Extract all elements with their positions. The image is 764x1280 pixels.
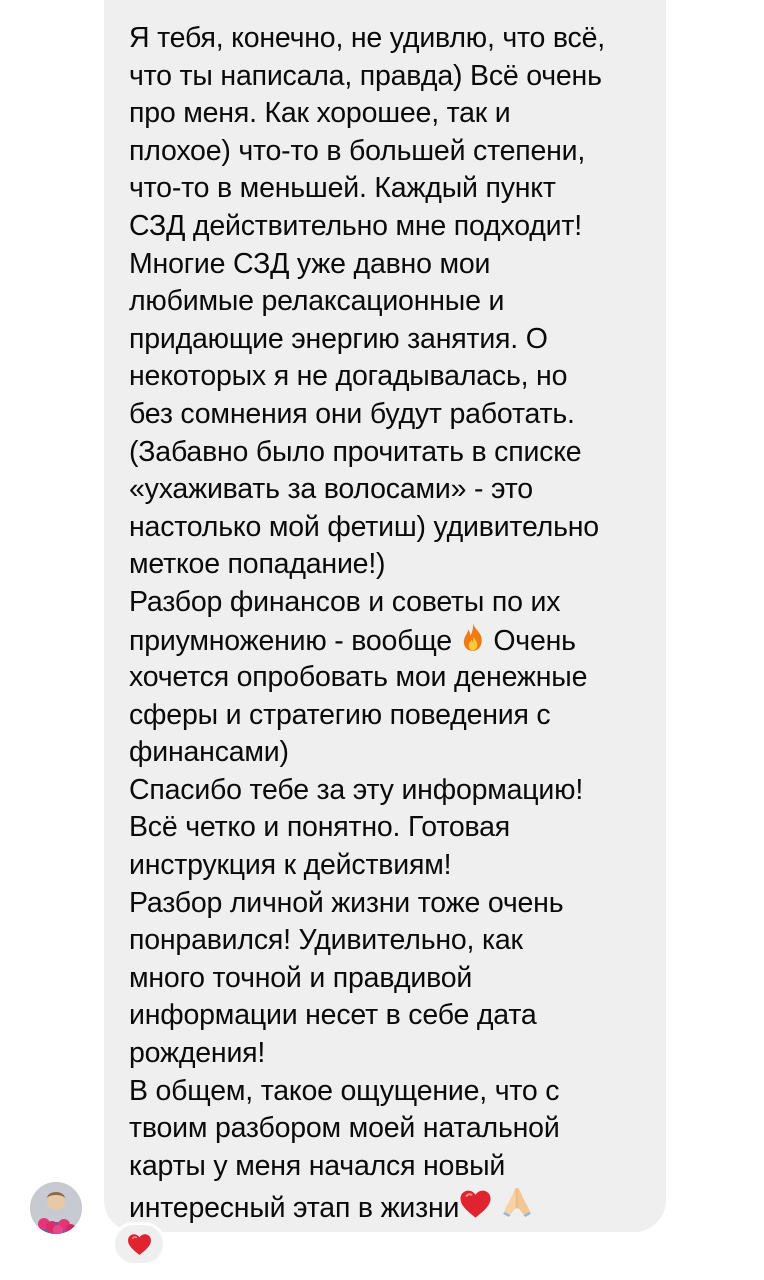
- message-line-text: меткое попадание!): [129, 548, 386, 581]
- message-line-text: Разбор финансов и советы по их: [129, 585, 561, 618]
- message-line: придающие энергию занятия. О: [129, 321, 666, 359]
- message-line: твоим разбором моей натальной: [129, 1110, 666, 1148]
- message-line-text: финансами): [129, 736, 289, 769]
- message-line-text: твоим разбором моей натальной: [129, 1112, 560, 1145]
- message-line: информации несет в себе дата: [129, 997, 666, 1035]
- message-line: некоторых я не догадывалась, но: [129, 358, 666, 396]
- message-line-text: что ты написала, правда) Всё очень: [129, 59, 602, 92]
- message-line: приумножению - вообще Очень: [129, 622, 666, 660]
- message-line-text: хочется опробовать мои денежные: [129, 661, 588, 694]
- message-bubble[interactable]: Я тебя, конечно, не удивлю, что всё, что …: [104, 0, 666, 1232]
- message-line: Я тебя, конечно, не удивлю, что всё,: [129, 20, 666, 58]
- message-line-text: Разбор личной жизни тоже очень: [129, 886, 564, 919]
- message-line: Разбор финансов и советы по их: [129, 584, 666, 622]
- message-line-text: Всё четко и понятно. Готовая: [129, 811, 511, 844]
- heart-icon: [127, 1233, 152, 1256]
- message-line: Всё четко и понятно. Готовая: [129, 809, 666, 847]
- message-line: рождения!: [129, 1035, 666, 1073]
- message-line: сферы и стратегию поведения с: [129, 697, 666, 735]
- message-line: хочется опробовать мои денежные: [129, 659, 666, 697]
- message-line-text: (Забавно было прочитать в списке: [129, 435, 582, 468]
- message-line-text: про меня. Как хорошее, так и: [129, 97, 511, 130]
- message-line: любимые релаксационные и: [129, 283, 666, 321]
- message-line-text: настолько мой фетиш) удивительно: [129, 510, 599, 543]
- reaction-heart[interactable]: [112, 1222, 166, 1266]
- message-text: Я тебя, конечно, не удивлю, что всё, что …: [129, 20, 666, 1225]
- message-line-text: рождения!: [129, 1037, 266, 1070]
- message-line-text: СЗД действительно мне подходит!: [129, 209, 582, 242]
- message-line: финансами): [129, 734, 666, 772]
- message-line-text: Спасибо тебе за эту информацию!: [129, 773, 584, 806]
- message-line-text: понравился! Удивительно, как: [129, 924, 523, 957]
- message-line-text: много точной и правдивой: [129, 961, 473, 994]
- message-line: про меня. Как хорошее, так и: [129, 95, 666, 133]
- message-line: СЗД действительно мне подходит!: [129, 208, 666, 246]
- folded-hands-icon: [500, 1185, 534, 1219]
- message-line-text: придающие энергию занятия. О: [129, 322, 548, 355]
- message-line: «ухаживать за волосами» - это: [129, 471, 666, 509]
- message-line-text: приумножению - вообще: [129, 624, 452, 657]
- avatar[interactable]: [30, 1182, 82, 1234]
- message-line-text: сферы и стратегию поведения с: [129, 698, 551, 731]
- message-line-text: плохое) что-то в большей степени,: [129, 134, 586, 167]
- message-line-text: любимые релаксационные и: [129, 285, 505, 318]
- message-line-text: что-то в меньшей. Каждый пункт: [129, 172, 556, 205]
- message-line-text: информации несет в себе дата: [129, 999, 537, 1032]
- message-line: без сомнения они будут работать.: [129, 396, 666, 434]
- message-line-text: интересный этап в жизни: [129, 1192, 460, 1225]
- message-line: Многие СЗД уже давно мои: [129, 246, 666, 284]
- message-line: что-то в меньшей. Каждый пункт: [129, 170, 666, 208]
- message-line: Разбор личной жизни тоже очень: [129, 885, 666, 923]
- message-line: карты у меня начался новый: [129, 1148, 666, 1186]
- avatar-image: [30, 1182, 82, 1234]
- message-line-text: Очень: [485, 624, 576, 657]
- message-line: Спасибо тебе за эту информацию!: [129, 772, 666, 810]
- message-line: что ты написала, правда) Всё очень: [129, 58, 666, 96]
- message-line-text: Многие СЗД уже давно мои: [129, 247, 491, 280]
- message-line: (Забавно было прочитать в списке: [129, 434, 666, 472]
- fire-icon: [460, 622, 486, 652]
- message-line-text: В общем, такое ощущение, что с: [129, 1074, 560, 1107]
- message-line-text: карты у меня начался новый: [129, 1149, 506, 1182]
- message-line-text: «ухаживать за волосами» - это: [129, 473, 533, 506]
- message-line: настолько мой фетиш) удивительно: [129, 509, 666, 547]
- message-line: интересный этап в жизни: [129, 1185, 666, 1225]
- heart-icon: [459, 1189, 492, 1219]
- message-line: В общем, такое ощущение, что с: [129, 1073, 666, 1111]
- message-line-text: некоторых я не догадывалась, но: [129, 360, 568, 393]
- message-line: инструкция к действиям!: [129, 847, 666, 885]
- message-line: плохое) что-то в большей степени,: [129, 133, 666, 171]
- message-line-text: инструкция к действиям!: [129, 849, 452, 882]
- message-line-text: Я тебя, конечно, не удивлю, что всё,: [129, 22, 605, 54]
- message-line: понравился! Удивительно, как: [129, 922, 666, 960]
- message-line-text: без сомнения они будут работать.: [129, 397, 575, 430]
- message-line: много точной и правдивой: [129, 960, 666, 998]
- message-line: меткое попадание!): [129, 546, 666, 584]
